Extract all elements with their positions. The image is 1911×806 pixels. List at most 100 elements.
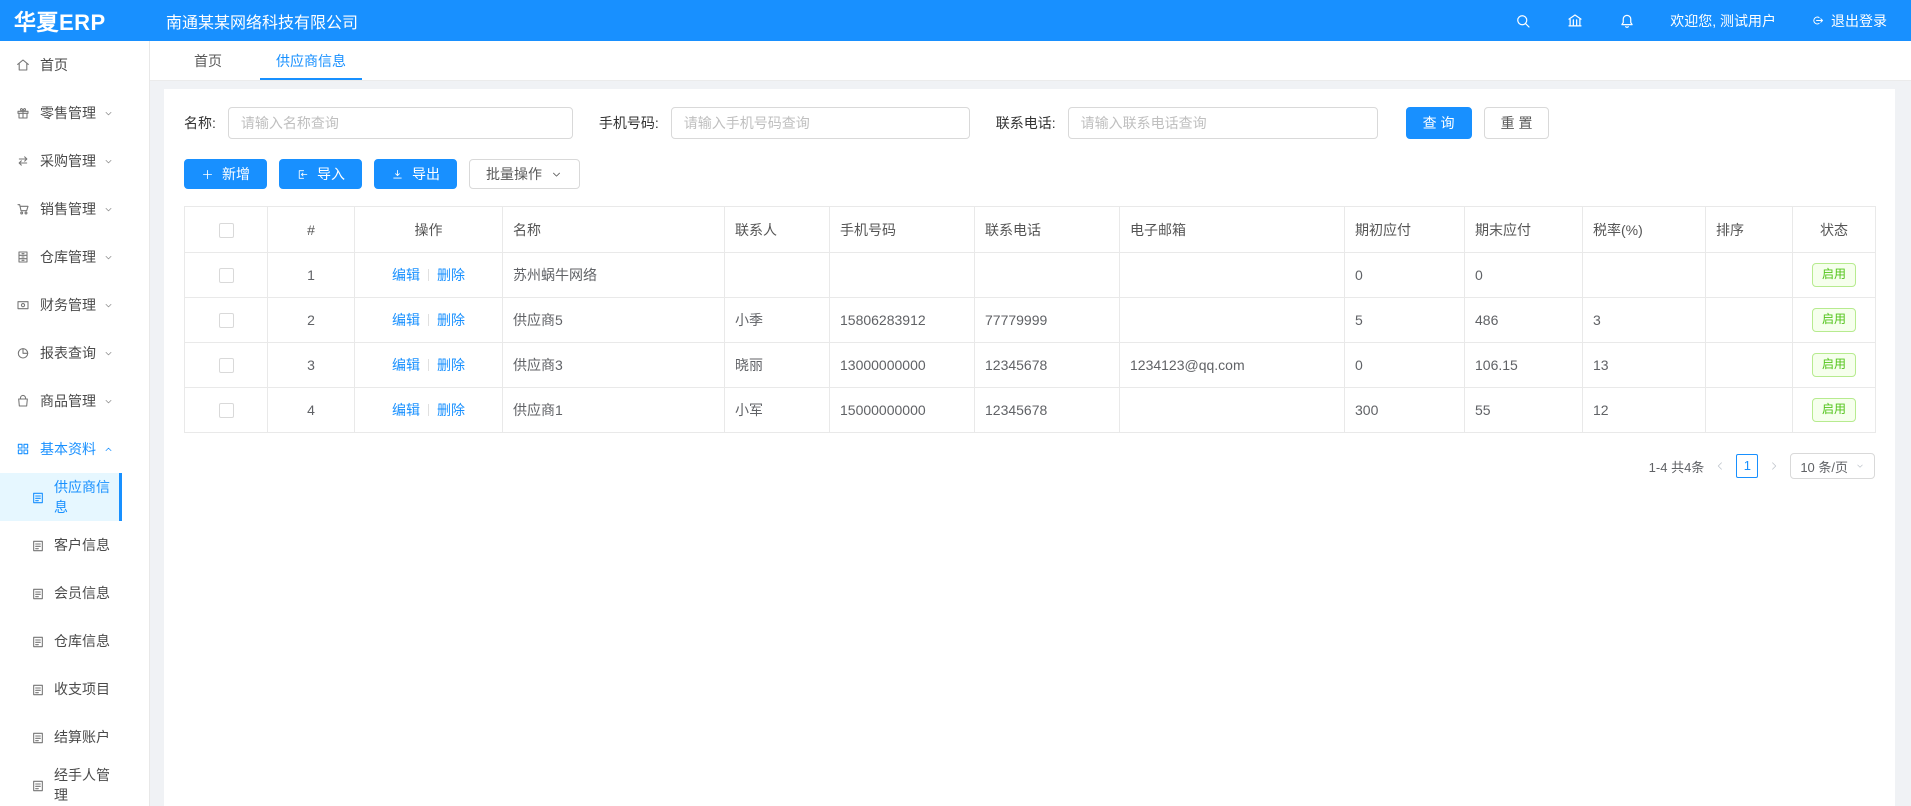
notification-bell-icon[interactable]	[1618, 12, 1636, 30]
status-badge: 启用	[1812, 353, 1856, 377]
edit-link[interactable]: 编辑	[392, 267, 420, 283]
edit-link[interactable]: 编辑	[392, 357, 420, 373]
cell-email: 1234123@qq.com	[1120, 343, 1345, 388]
cell-name: 苏州蜗牛网络	[503, 253, 725, 298]
cell-index: 1	[268, 253, 355, 298]
sidebar-item-member[interactable]: 会员信息	[0, 569, 122, 617]
page-size-select[interactable]: 10 条/页	[1790, 453, 1875, 479]
delete-link[interactable]: 删除	[437, 267, 465, 283]
logout-icon	[1810, 13, 1825, 28]
sidebar-item-finance[interactable]: 财务管理	[0, 281, 122, 329]
name-search-input[interactable]	[228, 107, 573, 139]
sidebar-item-purchase[interactable]: 采购管理	[0, 137, 122, 185]
import-button[interactable]: 导入	[279, 159, 362, 189]
sidebar-item-warehouse[interactable]: 仓库管理	[0, 233, 122, 281]
chevron-down-icon	[103, 396, 114, 407]
cell-sort	[1706, 298, 1793, 343]
logout-button[interactable]: 退出登录	[1810, 11, 1887, 31]
cell-tax-rate: 12	[1583, 388, 1706, 433]
add-button[interactable]: 新增	[184, 159, 267, 189]
content-area: 名称:手机号码:联系电话: 查 询 重 置 新增 导入	[150, 81, 1911, 806]
pagination-total: 1-4 共4条	[1649, 457, 1705, 476]
cell-operation: 编辑 删除	[355, 298, 503, 343]
supplier-panel: 名称:手机号码:联系电话: 查 询 重 置 新增 导入	[164, 89, 1895, 806]
filter-phone: 手机号码:	[599, 107, 970, 139]
cell-contact: 小军	[725, 388, 830, 433]
prev-page-icon[interactable]	[1714, 460, 1726, 472]
cell-telephone	[975, 253, 1120, 298]
status-badge: 启用	[1812, 263, 1856, 287]
batch-actions-button[interactable]: 批量操作	[469, 159, 580, 189]
tab-supplier[interactable]: 供应商信息	[260, 41, 362, 80]
sidebar-item-goods[interactable]: 商品管理	[0, 377, 122, 425]
row-checkbox[interactable]	[219, 268, 234, 283]
warehouse-icon	[15, 249, 31, 265]
cell-email	[1120, 298, 1345, 343]
sidebar-item-label: 销售管理	[40, 199, 96, 219]
purchase-icon	[15, 153, 31, 169]
cell-begin-payable: 0	[1345, 253, 1465, 298]
cell-end-payable: 55	[1465, 388, 1583, 433]
sidebar-item-warehouse-info[interactable]: 仓库信息	[0, 617, 122, 665]
phone-search-input[interactable]	[671, 107, 970, 139]
search-icon[interactable]	[1514, 12, 1532, 30]
row-checkbox[interactable]	[219, 313, 234, 328]
reset-button[interactable]: 重 置	[1484, 107, 1550, 139]
sidebar-item-settlement-account[interactable]: 结算账户	[0, 713, 122, 761]
sidebar-item-label: 收支项目	[54, 679, 110, 699]
bank-icon[interactable]	[1566, 12, 1584, 30]
select-all-checkbox[interactable]	[219, 223, 234, 238]
sidebar-item-label: 会员信息	[54, 583, 110, 603]
chevron-down-icon	[103, 300, 114, 311]
table-row: 3编辑删除供应商3晓丽13000000000123456781234123@qq…	[185, 343, 1876, 388]
tab-home[interactable]: 首页	[178, 41, 238, 80]
status-badge: 启用	[1812, 308, 1856, 332]
cell-telephone: 12345678	[975, 343, 1120, 388]
row-checkbox[interactable]	[219, 358, 234, 373]
download-icon	[391, 168, 404, 181]
search-button[interactable]: 查 询	[1406, 107, 1472, 139]
filter-actions: 查 询 重 置	[1406, 107, 1550, 139]
edit-link[interactable]: 编辑	[392, 402, 420, 418]
cell-index: 2	[268, 298, 355, 343]
edit-link[interactable]: 编辑	[392, 312, 420, 328]
row-checkbox[interactable]	[219, 403, 234, 418]
cell-tax-rate: 13	[1583, 343, 1706, 388]
next-page-icon[interactable]	[1768, 460, 1780, 472]
cell-operation: 编辑 删除	[355, 343, 503, 388]
delete-link[interactable]: 删除	[437, 312, 465, 328]
sidebar-item-label: 经手人管理	[54, 765, 122, 805]
sidebar-item-income-expense[interactable]: 收支项目	[0, 665, 122, 713]
cell-select	[185, 388, 268, 433]
sidebar-item-supplier[interactable]: 供应商信息	[0, 473, 122, 521]
doc-icon	[30, 490, 45, 505]
sidebar-item-home[interactable]: 首页	[0, 41, 122, 89]
delete-link[interactable]: 删除	[437, 357, 465, 373]
sidebar-item-label: 仓库信息	[54, 631, 110, 651]
cell-status: 启用	[1793, 388, 1876, 433]
col-header-phone: 手机号码	[830, 207, 975, 253]
plus-icon	[201, 168, 214, 181]
doc-icon	[30, 538, 45, 553]
cell-select	[185, 253, 268, 298]
sidebar-item-label: 零售管理	[40, 103, 96, 123]
delete-link[interactable]: 删除	[437, 402, 465, 418]
doc-icon	[30, 778, 45, 793]
col-header-tax-rate: 税率(%)	[1583, 207, 1706, 253]
sidebar-item-basic[interactable]: 基本资料	[0, 425, 122, 473]
cell-tax-rate: 3	[1583, 298, 1706, 343]
import-button-label: 导入	[317, 164, 345, 184]
sidebar-item-sales[interactable]: 销售管理	[0, 185, 122, 233]
app-logo[interactable]: 华夏ERP	[0, 5, 150, 37]
chevron-down-icon	[103, 252, 114, 263]
sidebar-item-retail[interactable]: 零售管理	[0, 89, 122, 137]
col-header-telephone: 联系电话	[975, 207, 1120, 253]
sidebar-item-handler[interactable]: 经手人管理	[0, 761, 122, 806]
sidebar-item-customer[interactable]: 客户信息	[0, 521, 122, 569]
current-page[interactable]: 1	[1736, 454, 1758, 478]
sidebar-item-label: 仓库管理	[40, 247, 96, 267]
sidebar-item-report[interactable]: 报表查询	[0, 329, 122, 377]
export-button[interactable]: 导出	[374, 159, 457, 189]
telephone-search-input[interactable]	[1068, 107, 1378, 139]
cell-status: 启用	[1793, 298, 1876, 343]
